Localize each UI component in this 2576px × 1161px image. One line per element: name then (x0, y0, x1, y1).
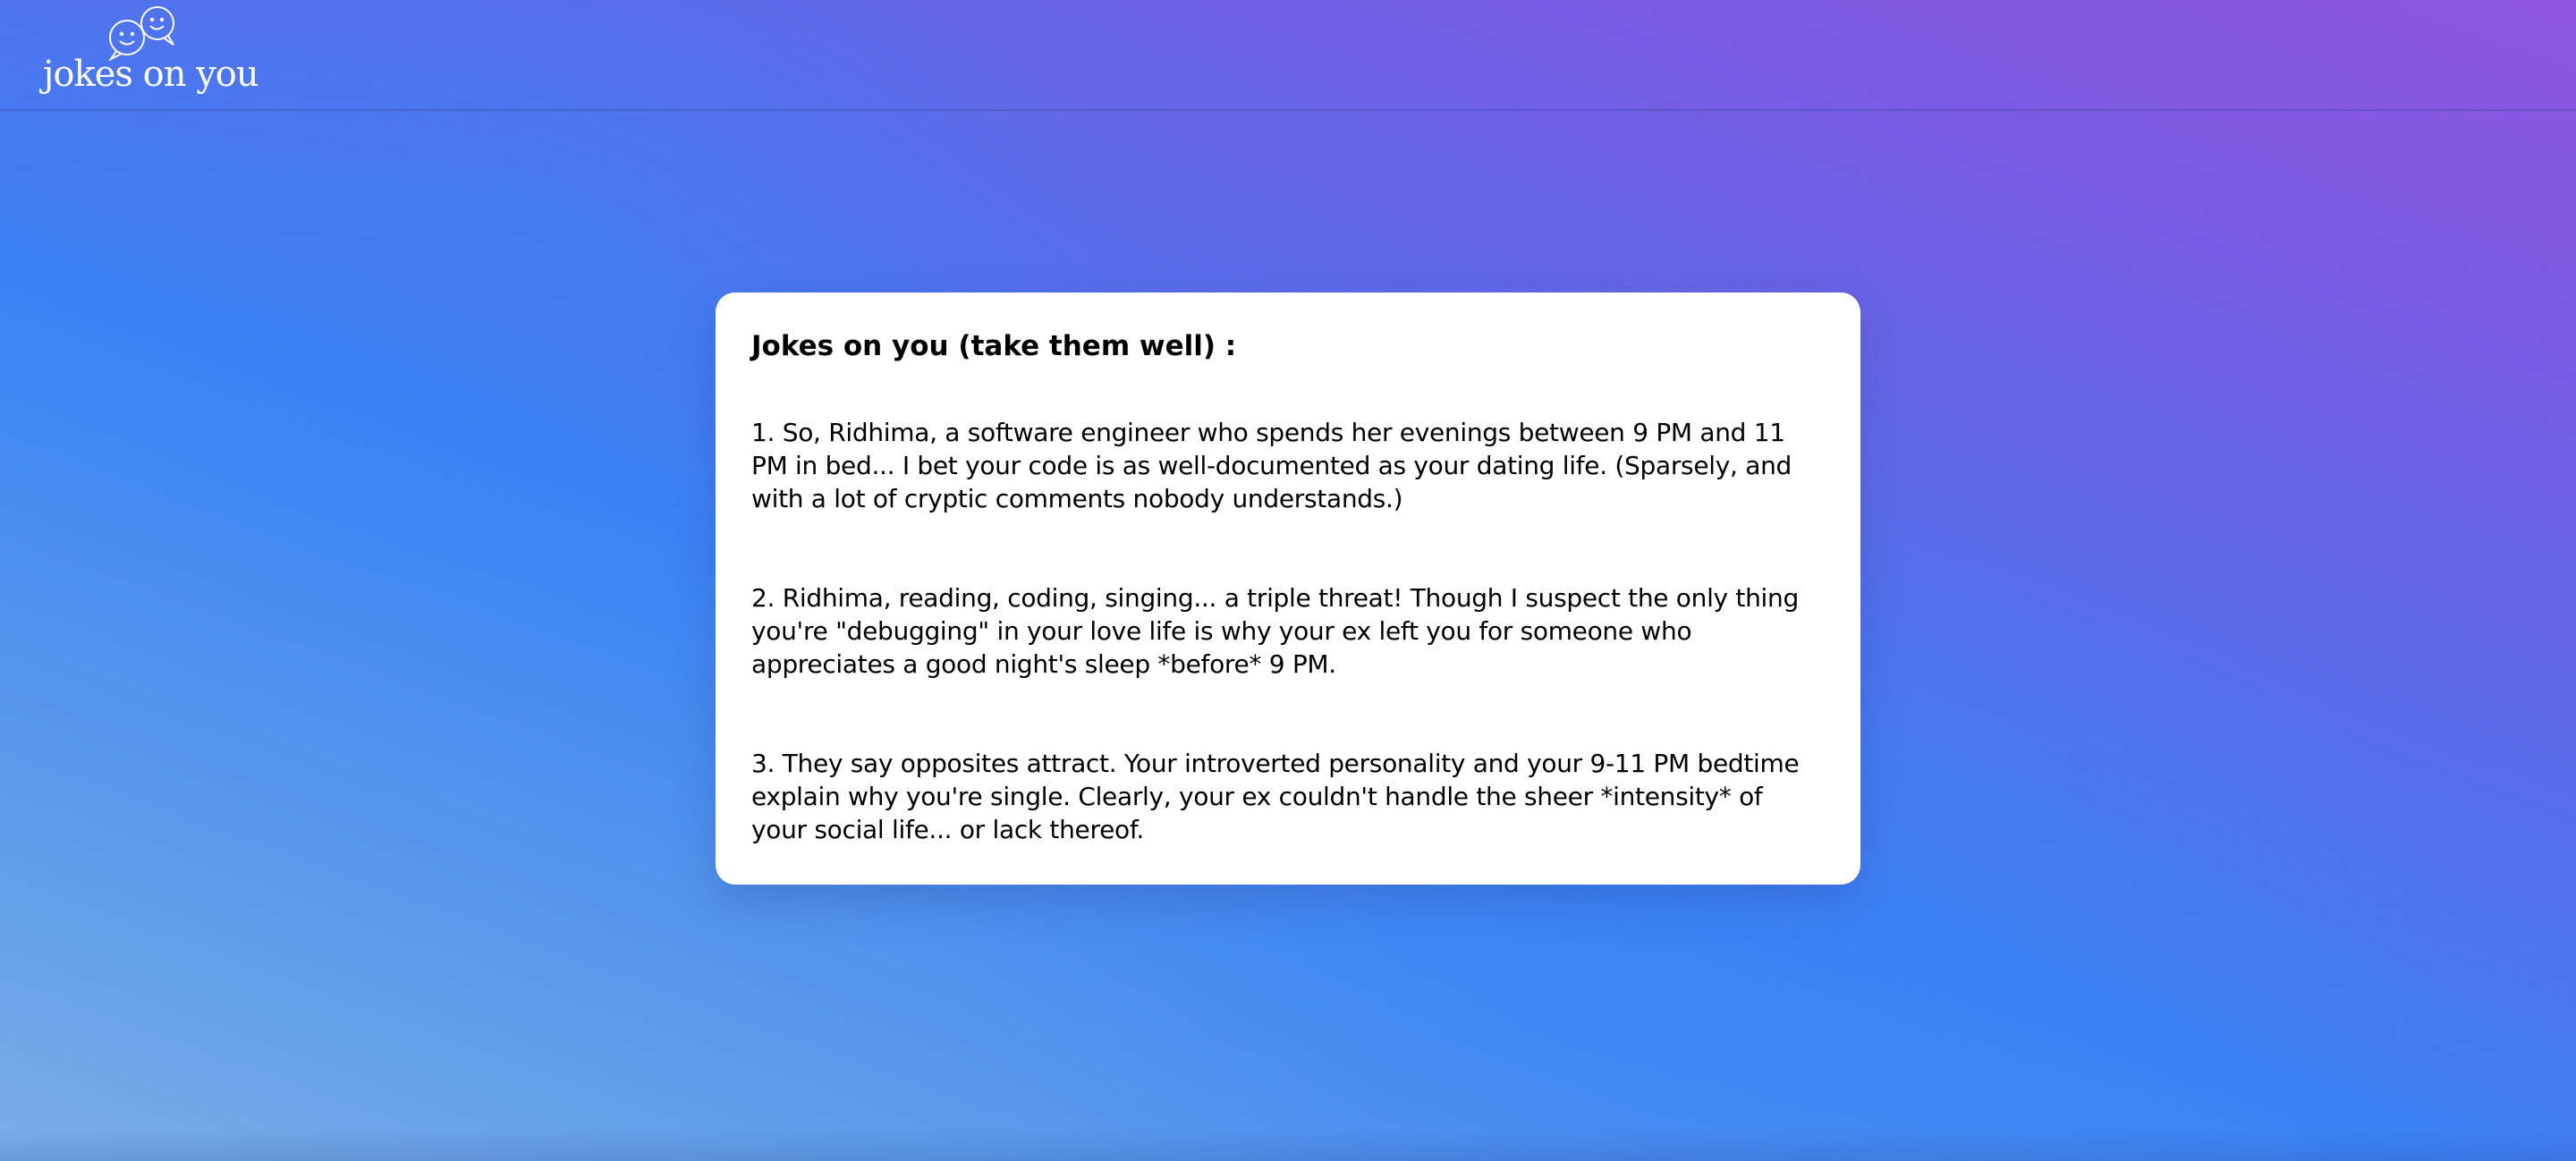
site-logo[interactable]: jokes on you (43, 5, 259, 100)
card-title: Jokes on you (take them well) : (751, 330, 1237, 362)
jokes-card: Jokes on you (take them well) : 1. So, R… (716, 292, 1860, 885)
joke-item: 2. Ridhima, reading, coding, singing... … (751, 583, 1799, 679)
speech-bubbles-smiley-icon (108, 6, 174, 61)
joke-item: 3. They say opposites attract. Your intr… (751, 749, 1800, 844)
top-header: jokes on you (0, 0, 2576, 111)
logo-text: jokes on you (43, 54, 259, 95)
joke-item: 1. So, Ridhima, a software engineer who … (751, 418, 1792, 513)
bottom-shade (0, 1129, 2576, 1161)
